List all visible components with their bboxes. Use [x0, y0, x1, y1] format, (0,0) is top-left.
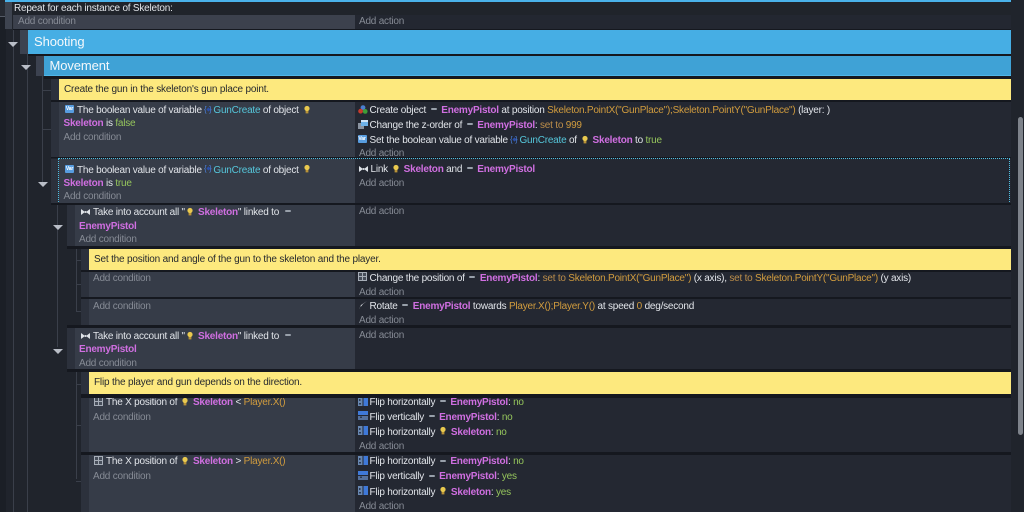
svg-text:}: } [515, 135, 518, 144]
svg-text:}: } [209, 105, 212, 114]
